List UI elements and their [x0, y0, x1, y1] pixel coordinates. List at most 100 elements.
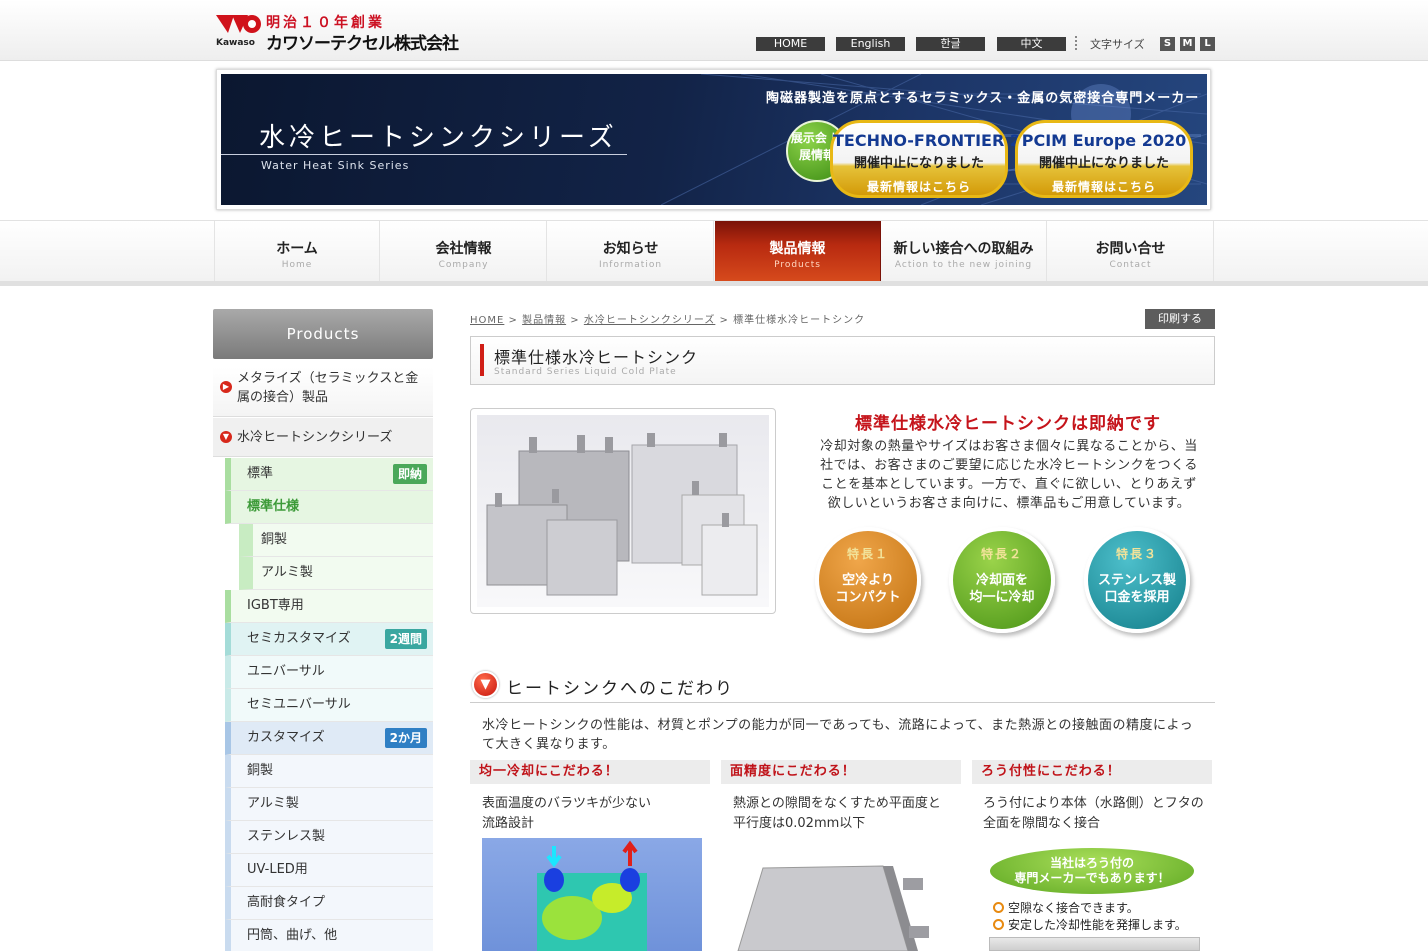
arrow-right-icon: ▶: [220, 381, 232, 393]
column-line: 流路設計: [482, 816, 535, 831]
section-text: 水冷ヒートシンクの性能は、材質とポンプの能力が同一であっても、流路によって、また…: [482, 718, 1194, 752]
breadcrumb-link-watercool[interactable]: 水冷ヒートシンクシリーズ: [584, 315, 716, 326]
brazing-specialist-badge: 当社はろう付の 専門メーカーでもあります！: [990, 848, 1194, 894]
feature-line: 冷却面を: [975, 573, 1028, 588]
sidebar-item-cylinder-bend[interactable]: 円筒、曲げ、他: [225, 920, 433, 951]
font-size-medium-button[interactable]: M: [1180, 37, 1195, 51]
sidebar-item-label: カスタマイズ: [247, 730, 325, 745]
sidebar-item-label: ユニバーサル: [247, 664, 325, 679]
nav-information[interactable]: お知らせ Information: [548, 221, 714, 281]
feature-number: 特長２: [980, 547, 1023, 561]
sidebar-item-label: IGBT専用: [247, 598, 304, 613]
divider: [470, 702, 1215, 703]
print-button[interactable]: 印刷する: [1145, 309, 1215, 329]
breadcrumb-separator: >: [719, 315, 734, 326]
expo-name: PCIM Europe 2020: [1021, 131, 1187, 150]
sidebar-item-label: ステンレス製: [247, 829, 326, 844]
lang-korean-button[interactable]: 한글: [916, 37, 985, 51]
logo-company-name: カワソーテクセル株式会社: [266, 34, 459, 54]
lead-time-badge: 即納: [392, 464, 427, 484]
sidebar-item-label: UV-LED用: [247, 862, 308, 877]
feature-number: 特長３: [1115, 547, 1158, 561]
nav-products[interactable]: 製品情報 Products: [715, 221, 881, 281]
sidebar-item-custom-copper[interactable]: 銅製: [225, 755, 433, 788]
column-heading-uniform-cooling: 均一冷却にこだわる！: [470, 760, 710, 784]
kawaso-logo-mark: [216, 15, 261, 33]
sidebar-item-custom-stainless[interactable]: ステンレス製: [225, 821, 433, 854]
expo-pcim-europe-button[interactable]: PCIM Europe 2020 開催中止になりました 最新情報はこちら: [1015, 120, 1193, 198]
sidebar-category-watercool[interactable]: ▼ 水冷ヒートシンクシリーズ: [213, 418, 433, 457]
sidebar-item-uv-led[interactable]: UV-LED用: [225, 854, 433, 887]
badge-line: 当社はろう付の: [1049, 856, 1134, 870]
expo-techno-frontier-button[interactable]: TECHNO-FRONTIER 2020 開催中止になりました 最新情報はこちら: [830, 120, 1054, 198]
page-subtitle: Standard Series Liquid Cold Plate: [494, 367, 677, 377]
nav-label: 新しい接合への取組み: [893, 241, 1034, 257]
font-size-small-button[interactable]: S: [1160, 37, 1175, 51]
column-line: 表面温度のバラツキが少ない: [482, 796, 652, 811]
feature-line: コンパクト: [835, 590, 901, 605]
nav-label: ホーム: [276, 241, 318, 257]
banner-title: 水冷ヒートシンクシリーズ: [259, 123, 618, 153]
sidebar-item-universal[interactable]: ユニバーサル: [225, 656, 433, 689]
lead-time-badge: 2か月: [384, 728, 427, 748]
lang-home-button[interactable]: HOME: [756, 37, 825, 51]
banner-tagline: 陶磁器製造を原点とするセラミックス・金属の気密接合専門メーカー: [766, 91, 1200, 106]
sidebar-category-label: メタライズ（セラミックスと金属の接合）製品: [237, 371, 419, 405]
nav-contact[interactable]: お問い合せ Contact: [1048, 221, 1214, 281]
badge-line: 専門メーカーでもあります！: [1014, 871, 1170, 885]
nav-sublabel: Home: [281, 260, 313, 270]
sidebar-item-label: 円筒、曲げ、他: [247, 928, 338, 943]
sidebar-item-aluminum[interactable]: アルミ製: [239, 557, 433, 590]
nav-sublabel: Company: [438, 260, 489, 270]
sidebar-item-custom-aluminum[interactable]: アルミ製: [225, 788, 433, 821]
sidebar-item-standard-spec[interactable]: 標準仕様: [225, 491, 433, 524]
nav-sublabel: Contact: [1109, 260, 1152, 270]
sidebar-item-semi-universal[interactable]: セミユニバーサル: [225, 689, 433, 722]
sidebar-item-corrosion-resistant[interactable]: 高耐食タイプ: [225, 887, 433, 920]
sidebar-heading: Products: [213, 309, 433, 359]
breadcrumb-separator: >: [508, 315, 523, 326]
brazing-point: 空隙なく接合できます。: [993, 899, 1139, 916]
sidebar-item-igbt[interactable]: IGBT専用: [225, 590, 433, 623]
nav-label: 会社情報: [435, 241, 492, 257]
breadcrumb-current: 標準仕様水冷ヒートシンク: [733, 315, 866, 326]
column-text: 熱源との隙間をなくすため平面度と 平行度は0.02mm以下: [733, 794, 969, 834]
feature-line: 空冷より: [842, 573, 894, 588]
top-bar: Kawaso 明治１０年創業 カワソーテクセル株式会社 HOME English…: [0, 0, 1428, 61]
section-title: ヒートシンクへのこだわり: [506, 679, 734, 699]
column-line: 平行度は0.02mm以下: [733, 816, 866, 831]
sidebar-category-label: 水冷ヒートシンクシリーズ: [237, 430, 393, 445]
nav-company[interactable]: 会社情報 Company: [381, 221, 547, 281]
sidebar-item-label: アルミ製: [261, 565, 313, 580]
hero-banner: 陶磁器製造を原点とするセラミックス・金属の気密接合専門メーカー 水冷ヒートシンク…: [221, 74, 1207, 205]
breadcrumb-link-home[interactable]: HOME: [470, 315, 504, 326]
sidebar-item-label: セミユニバーサル: [247, 697, 351, 712]
product-photo: [470, 408, 776, 614]
nav-new-joining[interactable]: 新しい接合への取組み Action to the new joining: [881, 221, 1047, 281]
lang-chinese-button[interactable]: 中文: [997, 37, 1066, 51]
font-size-large-button[interactable]: L: [1200, 37, 1215, 51]
sidebar-item-copper[interactable]: 銅製: [239, 524, 433, 557]
sidebar-item-label: 銅製: [247, 763, 274, 778]
logo-brand: Kawaso: [216, 38, 255, 48]
column-heading-flatness: 面精度にこだわる！: [721, 760, 961, 784]
sidebar-item-semi-custom[interactable]: セミカスタマイズ 2週間: [225, 623, 433, 656]
company-logo[interactable]: Kawaso 明治１０年創業 カワソーテクセル株式会社: [214, 12, 459, 54]
plate-graphic: [737, 865, 929, 951]
nav-home[interactable]: ホーム Home: [214, 221, 380, 281]
sidebar-category-metalize[interactable]: ▶ メタライズ（セラミックスと金属の接合）製品: [213, 367, 433, 417]
feature-line: 均一に冷却: [969, 590, 1035, 605]
column-heading-brazing: ろう付性にこだわる！: [972, 760, 1212, 784]
column-text: ろう付により本体（水路側）とフタの 全面を隙間なく接合: [983, 794, 1213, 834]
sidebar-item-standard[interactable]: 標準 即納: [225, 458, 433, 491]
arrow-down-icon: ▼: [220, 431, 232, 443]
title-accent-bar: [480, 344, 484, 376]
expo-status: 開催中止になりました: [853, 156, 984, 171]
heat-sink-product-image: [486, 433, 758, 596]
feature-number: 特長１: [846, 547, 889, 561]
expo-link: 最新情報はこちら: [1051, 180, 1156, 194]
lang-english-button[interactable]: English: [836, 37, 905, 51]
breadcrumb-link-products[interactable]: 製品情報: [522, 315, 566, 326]
sidebar-item-custom[interactable]: カスタマイズ 2か月: [225, 722, 433, 755]
brazing-point: 安定した冷却性能を発揮します。: [993, 916, 1187, 933]
